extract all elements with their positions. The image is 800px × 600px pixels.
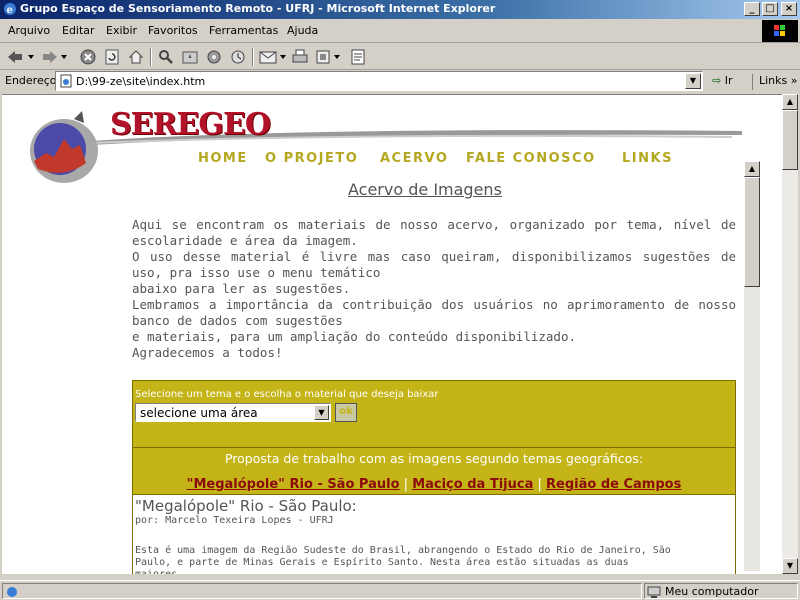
refresh-icon[interactable] bbox=[102, 47, 122, 67]
address-value: D:\99-ze\site\index.htm bbox=[76, 75, 206, 88]
toolbar bbox=[0, 44, 800, 70]
scroll-down-icon[interactable]: ▼ bbox=[782, 558, 798, 574]
page-icon bbox=[60, 74, 72, 88]
link-macico-tijuca[interactable]: Maciço da Tijuca bbox=[412, 477, 533, 492]
mail-icon[interactable] bbox=[258, 47, 288, 67]
intro-text: Aqui se encontram os materiais de nosso … bbox=[132, 217, 736, 361]
link-separator: | bbox=[403, 477, 409, 492]
article-body: Esta é uma imagem da Região Sudeste do B… bbox=[135, 545, 671, 574]
article-author: por: Marcelo Texeira Lopes - UFRJ bbox=[135, 515, 334, 526]
status-bar: Meu computador bbox=[0, 580, 800, 600]
media-icon[interactable] bbox=[204, 47, 224, 67]
go-arrow-icon: ⇨ bbox=[712, 74, 722, 87]
scroll-up-icon[interactable]: ▲ bbox=[744, 161, 760, 177]
link-regiao-campos[interactable]: Região de Campos bbox=[546, 477, 681, 492]
print-icon[interactable] bbox=[290, 47, 310, 67]
theme-links: "Megalópole" Rio - São Paulo | Maciço da… bbox=[133, 477, 735, 492]
panel-subtitle: Proposta de trabalho com as imagens segu… bbox=[224, 451, 644, 466]
favorites-icon[interactable] bbox=[180, 47, 200, 67]
scroll-up-icon[interactable]: ▲ bbox=[782, 94, 798, 110]
menu-editar[interactable]: Editar bbox=[62, 24, 95, 37]
maximize-button[interactable]: □ bbox=[762, 2, 778, 16]
status-zone: Meu computador bbox=[644, 583, 798, 599]
brand-logo-text: SEREGEO bbox=[110, 107, 271, 142]
panel-divider bbox=[133, 447, 735, 448]
forward-icon[interactable] bbox=[40, 47, 70, 67]
link-separator: | bbox=[537, 477, 542, 492]
intro-paragraph: Lembramos a importância da contribuição … bbox=[132, 297, 736, 328]
seregeo-logo-globe bbox=[30, 111, 98, 183]
menu-bar: Arquivo Editar Exibir Favoritos Ferramen… bbox=[0, 19, 800, 43]
stop-icon[interactable] bbox=[78, 47, 98, 67]
chevron-down-icon[interactable]: ▼ bbox=[314, 405, 329, 420]
article-title: "Megalópole" Rio - São Paulo: bbox=[135, 497, 357, 515]
page-status-icon bbox=[7, 587, 17, 597]
page-title: Acervo de Imagens bbox=[348, 180, 502, 199]
menu-favoritos[interactable]: Favoritos bbox=[148, 24, 198, 37]
home-icon[interactable] bbox=[126, 47, 146, 67]
close-button[interactable]: × bbox=[781, 2, 797, 16]
address-dropdown-icon[interactable]: ▼ bbox=[685, 73, 701, 89]
minimize-button[interactable]: _ bbox=[744, 2, 760, 16]
search-icon[interactable] bbox=[156, 47, 176, 67]
go-button[interactable]: ⇨ Ir bbox=[712, 74, 733, 87]
intro-paragraph: abaixo para ler as sugestões. bbox=[132, 281, 351, 296]
area-select-value: selecione uma área bbox=[140, 406, 258, 420]
link-megalopole[interactable]: "Megalópole" Rio - São Paulo bbox=[187, 477, 400, 492]
windows-logo-icon bbox=[762, 20, 798, 42]
address-label: Endereço bbox=[5, 74, 57, 87]
window-scrollbar[interactable]: ▲ ▼ bbox=[782, 94, 798, 574]
ie-icon: e bbox=[4, 3, 16, 16]
menu-ferramentas[interactable]: Ferramentas bbox=[209, 24, 278, 37]
discuss-icon[interactable] bbox=[348, 47, 368, 67]
nav-fale-conosco[interactable]: FALE CONOSCO bbox=[466, 151, 596, 166]
panel-prompt: Selecione um tema e o escolha o material… bbox=[135, 389, 439, 400]
nav-home[interactable]: HOME bbox=[198, 151, 248, 166]
history-icon[interactable] bbox=[228, 47, 248, 67]
window-title: Grupo Espaço de Sensoriamento Remoto - U… bbox=[20, 2, 496, 15]
edit-icon[interactable] bbox=[314, 47, 344, 67]
status-main bbox=[2, 583, 642, 599]
svg-text:e: e bbox=[7, 5, 13, 16]
back-icon[interactable] bbox=[4, 47, 38, 67]
address-bar: Endereço D:\99-ze\site\index.htm ▼ ⇨ Ir … bbox=[0, 70, 800, 92]
menu-arquivo[interactable]: Arquivo bbox=[8, 24, 50, 37]
computer-icon bbox=[647, 586, 661, 598]
nav-links[interactable]: LINKS bbox=[622, 151, 673, 166]
inner-frame-scrollbar[interactable]: ▲ bbox=[744, 161, 760, 571]
ok-button[interactable]: ok bbox=[335, 403, 357, 422]
article-preview: "Megalópole" Rio - São Paulo: por: Marce… bbox=[132, 495, 736, 574]
zone-label: Meu computador bbox=[665, 585, 759, 598]
theme-selector-panel: Selecione um tema e o escolha o material… bbox=[132, 380, 736, 495]
chevron-right-icon: » bbox=[790, 74, 798, 87]
scroll-thumb[interactable] bbox=[744, 177, 760, 287]
nav-o-projeto[interactable]: O PROJETO bbox=[265, 151, 358, 166]
title-bar: e Grupo Espaço de Sensoriamento Remoto -… bbox=[0, 0, 800, 19]
area-select[interactable]: selecione uma área ▼ bbox=[135, 403, 331, 422]
menu-exibir[interactable]: Exibir bbox=[106, 24, 137, 37]
links-label: Links bbox=[759, 74, 788, 87]
links-toolbar[interactable]: Links » bbox=[752, 74, 798, 90]
address-input[interactable]: D:\99-ze\site\index.htm ▼ bbox=[55, 71, 703, 91]
go-label: Ir bbox=[724, 74, 733, 87]
menu-ajuda[interactable]: Ajuda bbox=[287, 24, 318, 37]
scroll-thumb[interactable] bbox=[782, 110, 798, 170]
intro-paragraph: Aqui se encontram os materiais de nosso … bbox=[132, 217, 736, 248]
page-viewport: SEREGEO HOME O PROJETO ACERVO FALE CONOS… bbox=[2, 94, 782, 574]
intro-paragraph: e materiais, para um ampliação do conteú… bbox=[132, 329, 577, 344]
intro-paragraph: O uso desse material é livre mas caso qu… bbox=[132, 249, 736, 280]
intro-paragraph: Agradecemos a todos! bbox=[132, 345, 283, 360]
nav-acervo[interactable]: ACERVO bbox=[380, 151, 448, 166]
